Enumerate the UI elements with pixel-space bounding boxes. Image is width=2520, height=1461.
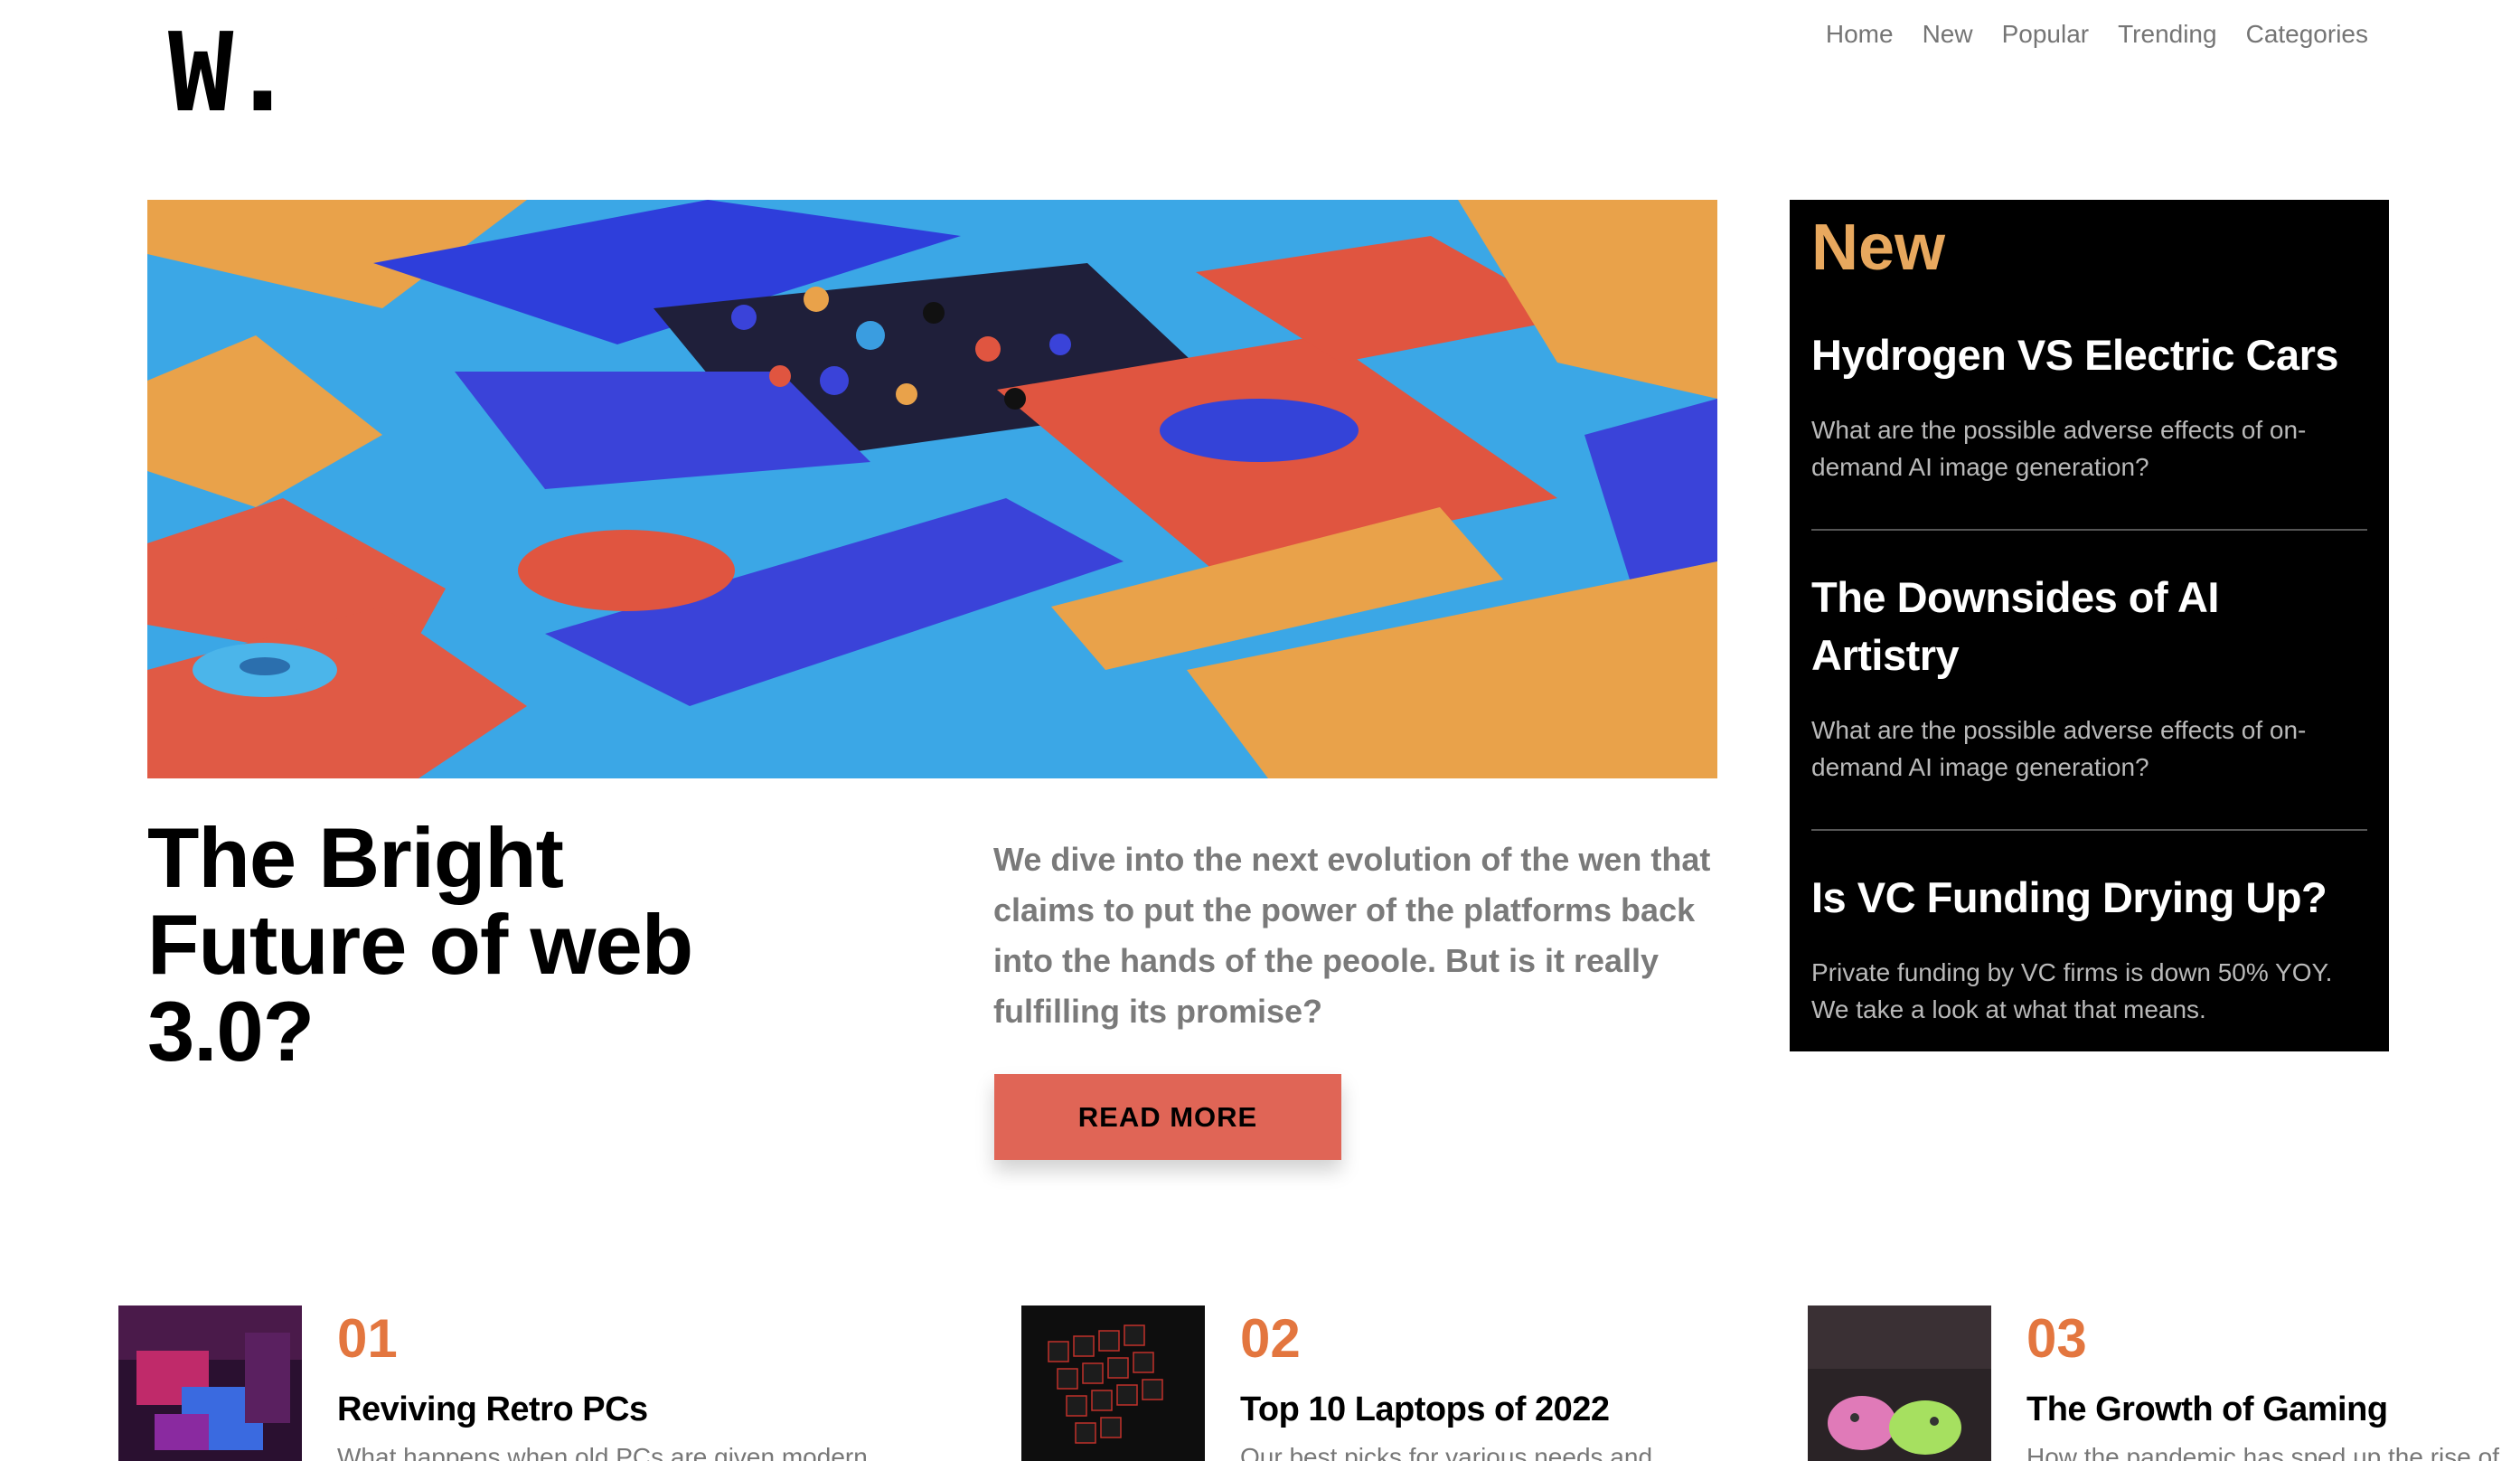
nav-popular[interactable]: Popular [2002, 20, 2090, 49]
article-desc: Our best picks for various needs and... [1240, 1443, 1674, 1461]
sidebar-item-desc: What are the possible adverse effects of… [1811, 716, 2307, 781]
main-nav: Home New Popular Trending Categories [1826, 20, 2368, 49]
article-number: 01 [337, 1308, 398, 1369]
article-number: 02 [1240, 1308, 1301, 1369]
sidebar-item-title[interactable]: Hydrogen VS Electric Cars [1811, 326, 2367, 384]
sidebar-item-title[interactable]: The Downsides of AI Artistry [1811, 569, 2367, 684]
nav-new[interactable]: New [1923, 20, 1973, 49]
read-more-button[interactable]: READ MORE [994, 1074, 1341, 1160]
sidebar-item-desc: Private funding by VC firms is down 50% … [1811, 958, 2333, 1023]
site-logo[interactable]: W. [168, 20, 295, 128]
new-sidebar: New Hydrogen VS Electric Cars What are t… [1790, 200, 2389, 1051]
sidebar-title: New [1811, 212, 1946, 284]
article-title[interactable]: Top 10 Laptops of 2022 [1240, 1390, 1610, 1429]
article-thumbnail[interactable] [118, 1305, 302, 1461]
nav-categories[interactable]: Categories [2246, 20, 2368, 49]
sidebar-item-desc: What are the possible adverse effects of… [1811, 416, 2307, 481]
sidebar-item[interactable]: The Downsides of AI Artistry What are th… [1811, 531, 2367, 831]
hero-description: We dive into the next evolution of the w… [993, 841, 1711, 1030]
article-number: 03 [2026, 1308, 2087, 1369]
hero-image[interactable] [147, 200, 1717, 778]
sidebar-item[interactable]: Hydrogen VS Electric Cars What are the p… [1811, 288, 2367, 531]
article-thumbnail[interactable] [1021, 1305, 1205, 1461]
sidebar-item[interactable]: Is VC Funding Drying Up? Private funding… [1811, 831, 2367, 1051]
hero-title[interactable]: The Bright Future of web 3.0? [147, 815, 834, 1075]
article-title[interactable]: Reviving Retro PCs [337, 1390, 648, 1429]
article-title[interactable]: The Growth of Gaming [2026, 1390, 2388, 1429]
article-desc: How the pandemic has sped up the rise of… [2026, 1443, 2520, 1461]
article-thumbnail[interactable] [1808, 1305, 1991, 1461]
article-desc: What happens when old PCs are given mode… [337, 1443, 889, 1461]
sidebar-item-title[interactable]: Is VC Funding Drying Up? [1811, 869, 2367, 927]
nav-trending[interactable]: Trending [2118, 20, 2216, 49]
nav-home[interactable]: Home [1826, 20, 1894, 49]
